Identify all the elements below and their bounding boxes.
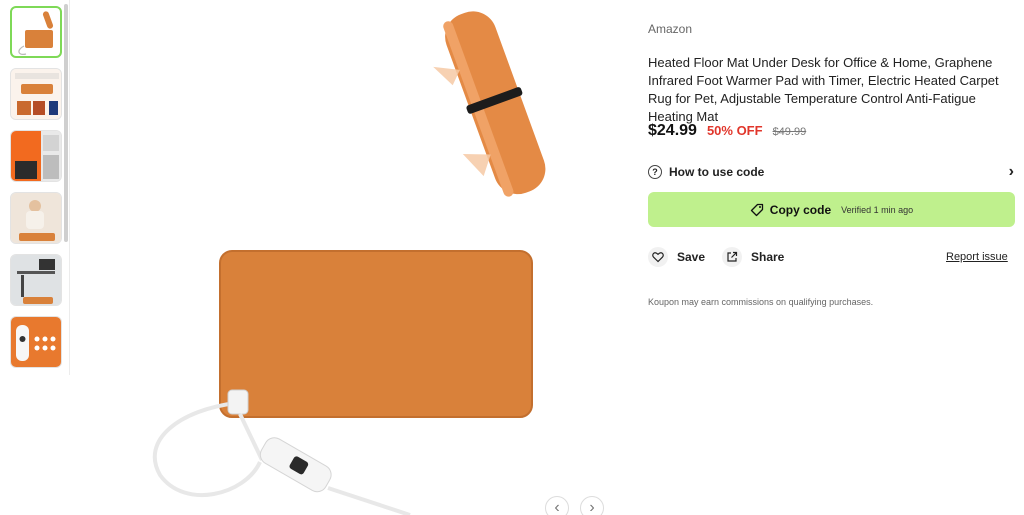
how-to-use-code-row[interactable]: ? How to use code › [648, 160, 1014, 184]
question-icon: ? [648, 165, 662, 179]
copy-code-button[interactable]: Copy code Verified 1 min ago [648, 192, 1015, 227]
share-label: Share [751, 250, 785, 264]
heated-mat-illustration [152, 11, 546, 515]
chevron-right-icon: › [1008, 163, 1014, 180]
mat-controller-thumb-image [11, 317, 61, 367]
main-product-image [70, 0, 638, 515]
chevron-left-icon: ‹ [554, 499, 560, 515]
thumbnail-3[interactable] [10, 130, 62, 182]
mat-lifestyle-thumb-image [11, 193, 61, 243]
tag-icon [750, 203, 763, 216]
thumbnail-5[interactable] [10, 254, 62, 306]
rolled-mat [433, 11, 546, 197]
current-price: $24.99 [648, 122, 697, 139]
save-button[interactable]: Save [648, 246, 705, 268]
thumbnail-6[interactable] [10, 316, 62, 368]
thumbnail-1[interactable] [10, 6, 62, 58]
product-title: Heated Floor Mat Under Desk for Office &… [648, 55, 999, 124]
mat-roll-thumb-image [18, 11, 54, 55]
copy-code-label: Copy code [769, 202, 832, 217]
prev-image-button[interactable]: ‹ [545, 496, 569, 515]
how-to-use-code-label: How to use code [669, 165, 765, 179]
original-price: $49.99 [772, 126, 807, 138]
verified-timestamp: Verified 1 min ago [841, 204, 914, 215]
discount-badge: 50% OFF [706, 123, 763, 138]
mat-infographic-thumb-image [11, 69, 61, 119]
commission-disclaimer: Koupon may earn commissions on qualifyin… [648, 297, 874, 307]
next-image-button[interactable]: › [580, 496, 604, 515]
mat-features-thumb-image [11, 131, 61, 181]
thumbnail-rail [8, 4, 64, 372]
mat-desk-thumb-image [11, 255, 61, 305]
save-label: Save [677, 250, 706, 264]
flat-mat [220, 251, 532, 417]
report-issue-link[interactable]: Report issue [946, 251, 1008, 263]
controller [259, 437, 332, 493]
share-button[interactable]: Share [722, 246, 784, 268]
price-row: $24.99 50% OFF $49.99 [648, 122, 806, 140]
thumbnail-4[interactable] [10, 192, 62, 244]
thumbnail-scrollbar[interactable] [64, 4, 68, 242]
chevron-right-icon: › [589, 499, 595, 515]
heart-icon [648, 247, 668, 267]
share-icon [722, 247, 742, 267]
thumbnail-2[interactable] [10, 68, 62, 120]
store-name[interactable]: Amazon [648, 22, 692, 36]
